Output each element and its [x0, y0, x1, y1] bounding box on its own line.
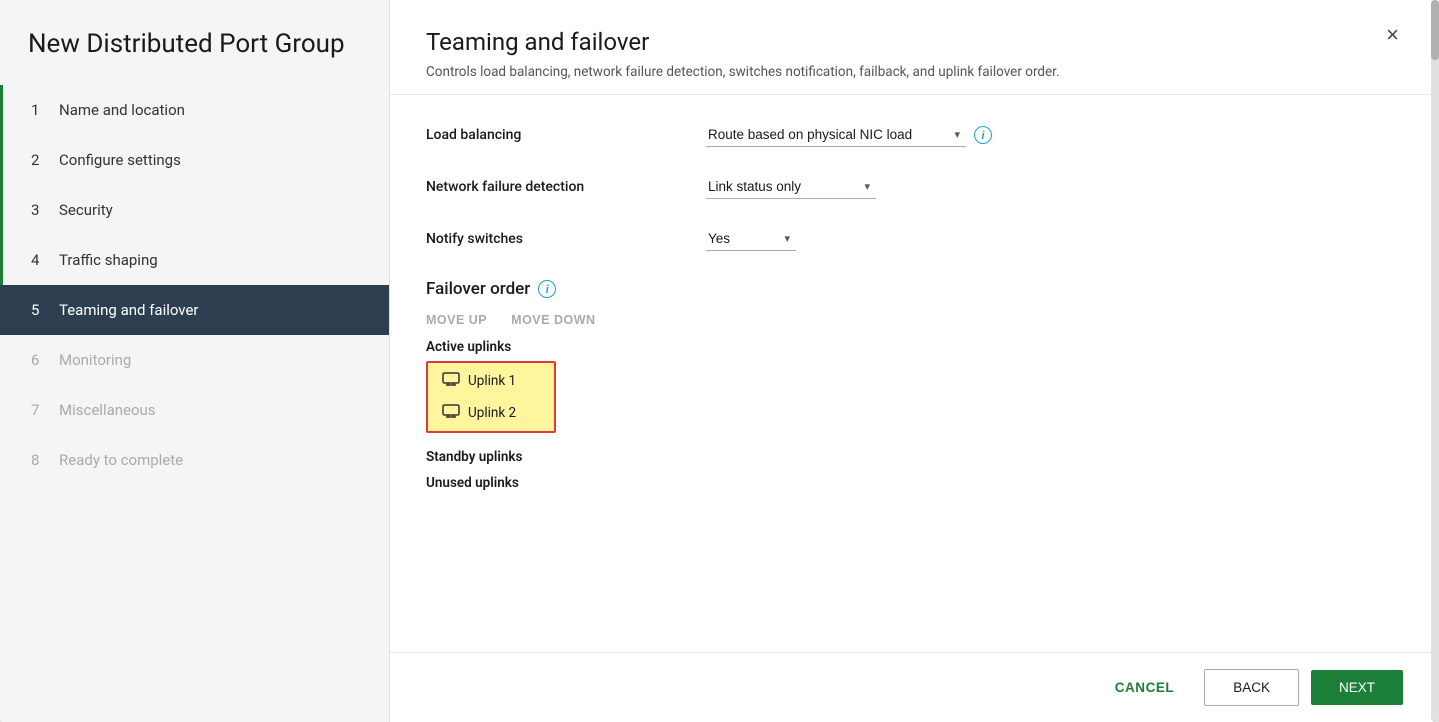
sidebar-step-1[interactable]: 1 Name and location [0, 85, 389, 135]
move-up-button[interactable]: MOVE UP [426, 313, 487, 327]
step-number-5: 5 [31, 301, 49, 319]
scrollbar-thumb[interactable] [1431, 0, 1439, 60]
step-label-1: Name and location [59, 101, 185, 119]
main-footer: CANCEL BACK NEXT [390, 652, 1439, 722]
sidebar-step-2[interactable]: 2 Configure settings [0, 135, 389, 185]
step-label-2: Configure settings [59, 151, 181, 169]
load-balancing-info-icon[interactable]: i [974, 126, 992, 144]
active-uplinks-group: Active uplinks Uplink 1 [426, 339, 1403, 433]
active-uplinks-label: Active uplinks [426, 339, 1403, 355]
standby-uplinks-label: Standby uplinks [426, 449, 1403, 465]
step-label-6: Monitoring [59, 351, 131, 369]
scrollbar[interactable] [1431, 0, 1439, 722]
sidebar-step-6: 6 Monitoring [0, 335, 389, 385]
move-actions: MOVE UP MOVE DOWN [426, 313, 1403, 327]
sidebar-step-5[interactable]: 5 Teaming and failover [0, 285, 389, 335]
sidebar-steps: 1 Name and location 2 Configure settings… [0, 85, 389, 722]
chevron-down-icon: ▾ [954, 128, 960, 141]
step-number-4: 4 [31, 251, 49, 269]
sidebar-step-4[interactable]: 4 Traffic shaping [0, 235, 389, 285]
network-failure-select[interactable]: Link status only ▾ [706, 175, 876, 199]
main-panel: Teaming and failover Controls load balan… [390, 0, 1439, 722]
main-body: Load balancing Route based on physical N… [390, 95, 1439, 652]
unused-uplinks-label: Unused uplinks [426, 475, 1403, 491]
step-label-7: Miscellaneous [59, 401, 156, 419]
notify-switches-row: Notify switches Yes ▾ [426, 227, 1403, 251]
main-header: Teaming and failover Controls load balan… [390, 0, 1439, 95]
step-number-6: 6 [31, 351, 49, 369]
network-failure-label: Network failure detection [426, 179, 706, 195]
sidebar-step-3[interactable]: 3 Security [0, 185, 389, 235]
load-balancing-select[interactable]: Route based on physical NIC load ▾ [706, 123, 966, 147]
uplink-1-label: Uplink 1 [468, 373, 516, 389]
network-failure-value: Link status only [708, 179, 801, 194]
step-label-5: Teaming and failover [59, 301, 199, 319]
main-title-area: Teaming and failover Controls load balan… [426, 28, 1382, 82]
active-uplinks-box: Uplink 1 Uplink 2 [426, 361, 556, 433]
network-failure-row: Network failure detection Link status on… [426, 175, 1403, 199]
uplink-1-item[interactable]: Uplink 1 [428, 365, 554, 397]
step-label-3: Security [59, 201, 113, 219]
chevron-down-icon: ▾ [864, 180, 870, 193]
main-subtitle: Controls load balancing, network failure… [426, 62, 1382, 82]
failover-order-label: Failover order [426, 279, 530, 299]
next-button[interactable]: NEXT [1311, 670, 1403, 705]
notify-switches-select[interactable]: Yes ▾ [706, 227, 796, 251]
move-down-button[interactable]: MOVE DOWN [511, 313, 595, 327]
load-balancing-label: Load balancing [426, 127, 706, 143]
step-number-8: 8 [31, 451, 49, 469]
uplink-2-icon [442, 404, 460, 422]
chevron-down-icon: ▾ [784, 232, 790, 245]
load-balancing-value: Route based on physical NIC load [708, 127, 912, 142]
back-button[interactable]: BACK [1204, 669, 1299, 706]
network-failure-control: Link status only ▾ [706, 175, 876, 199]
step-number-3: 3 [31, 201, 49, 219]
notify-switches-label: Notify switches [426, 231, 706, 247]
step-number-7: 7 [31, 401, 49, 419]
load-balancing-row: Load balancing Route based on physical N… [426, 123, 1403, 147]
notify-switches-value: Yes [708, 231, 730, 246]
failover-info-icon[interactable]: i [538, 280, 556, 298]
failover-order-heading: Failover order i [426, 279, 1403, 299]
step-label-8: Ready to complete [59, 451, 183, 469]
notify-switches-control: Yes ▾ [706, 227, 796, 251]
uplink-1-icon [442, 372, 460, 390]
main-title: Teaming and failover [426, 28, 1382, 56]
cancel-button[interactable]: CANCEL [1097, 670, 1193, 705]
dialog: New Distributed Port Group 1 Name and lo… [0, 0, 1439, 722]
uplink-2-item[interactable]: Uplink 2 [428, 397, 554, 429]
close-button[interactable]: × [1382, 24, 1403, 46]
sidebar-step-7: 7 Miscellaneous [0, 385, 389, 435]
step-label-4: Traffic shaping [59, 251, 158, 269]
sidebar-step-8: 8 Ready to complete [0, 435, 389, 485]
sidebar: New Distributed Port Group 1 Name and lo… [0, 0, 390, 722]
step-number-2: 2 [31, 151, 49, 169]
step-number-1: 1 [31, 101, 49, 119]
sidebar-title: New Distributed Port Group [0, 0, 389, 85]
load-balancing-control: Route based on physical NIC load ▾ i [706, 123, 992, 147]
uplink-2-label: Uplink 2 [468, 405, 516, 421]
